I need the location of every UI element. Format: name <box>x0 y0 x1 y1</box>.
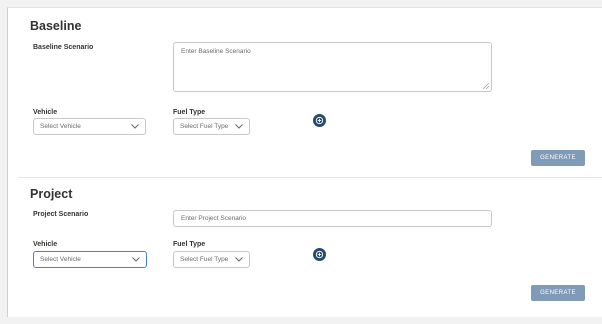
chevron-down-icon <box>235 124 243 129</box>
plus-circle-icon <box>315 250 324 259</box>
baseline-vehicle-value: Select Vehicle <box>40 123 81 130</box>
baseline-scenario-placeholder: Enter Baseline Scenario <box>181 48 251 55</box>
project-add-button[interactable] <box>313 248 326 261</box>
baseline-fuel-select[interactable]: Select Fuel Type <box>173 118 250 135</box>
baseline-generate-button[interactable]: GENERATE <box>531 150 585 166</box>
form-panel: Baseline Baseline Scenario Enter Baselin… <box>7 7 602 317</box>
baseline-scenario-input[interactable]: Enter Baseline Scenario <box>173 42 492 92</box>
baseline-section-title: Baseline <box>30 19 82 33</box>
section-divider <box>18 177 602 178</box>
chevron-down-icon <box>132 257 140 262</box>
baseline-scenario-label: Baseline Scenario <box>33 44 94 51</box>
project-scenario-input[interactable]: Enter Project Scenario <box>173 210 492 227</box>
project-scenario-label: Project Scenario <box>33 211 89 218</box>
project-vehicle-select[interactable]: Select Vehicle <box>33 251 147 268</box>
chevron-down-icon <box>131 124 139 129</box>
project-scenario-placeholder: Enter Project Scenario <box>181 215 247 222</box>
project-section-title: Project <box>30 187 73 201</box>
baseline-vehicle-select[interactable]: Select Vehicle <box>33 118 146 135</box>
baseline-add-button[interactable] <box>313 114 326 127</box>
project-fuel-value: Select Fuel Type <box>180 256 229 263</box>
project-fuel-label: Fuel Type <box>173 241 206 248</box>
project-fuel-select[interactable]: Select Fuel Type <box>173 251 250 268</box>
resize-grip-icon[interactable] <box>483 83 489 89</box>
baseline-fuel-label: Fuel Type <box>173 109 206 116</box>
plus-circle-icon <box>315 116 324 125</box>
project-vehicle-value: Select Vehicle <box>40 256 81 263</box>
chevron-down-icon <box>235 257 243 262</box>
project-vehicle-label: Vehicle <box>33 241 58 248</box>
baseline-vehicle-label: Vehicle <box>33 109 58 116</box>
project-generate-button[interactable]: GENERATE <box>531 285 585 301</box>
baseline-fuel-value: Select Fuel Type <box>180 123 229 130</box>
